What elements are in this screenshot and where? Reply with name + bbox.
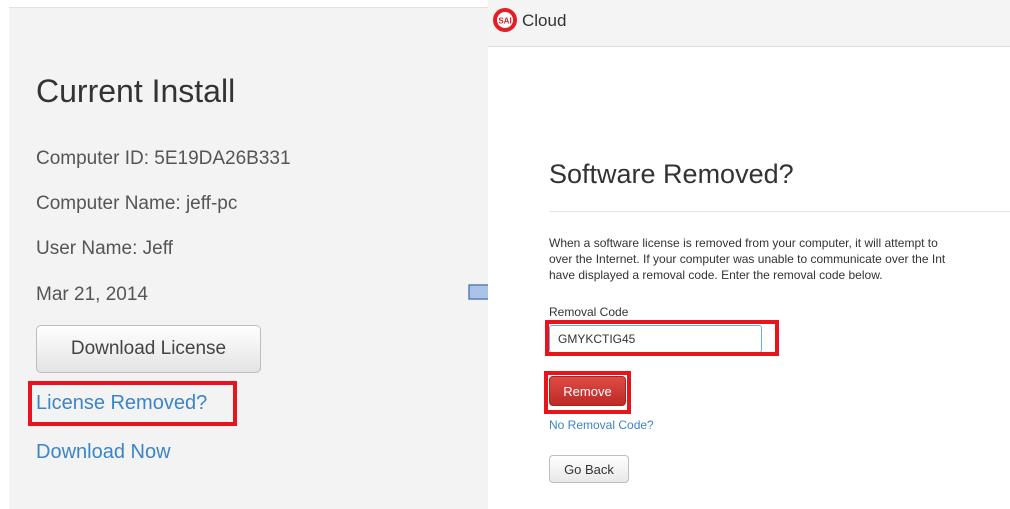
computer-name: Computer Name: jeff-pc xyxy=(36,193,238,214)
description-line: have displayed a removal code. Enter the… xyxy=(549,268,883,282)
no-removal-code-link[interactable]: No Removal Code? xyxy=(549,418,654,432)
remove-button-highlight xyxy=(544,371,631,414)
current-install-panel: Current Install Computer ID: 5E19DA26B33… xyxy=(9,7,488,509)
license-removed-highlight xyxy=(28,381,237,426)
description-line: When a software license is removed from … xyxy=(549,236,938,250)
install-date: Mar 21, 2014 xyxy=(36,284,148,305)
removal-code-highlight xyxy=(545,320,779,356)
software-removed-title: Software Removed? xyxy=(549,159,794,189)
divider xyxy=(549,211,1010,212)
download-license-button[interactable]: Download License xyxy=(36,325,261,373)
logo-text: SAI xyxy=(498,17,511,26)
sai-logo-icon[interactable]: SAI xyxy=(492,7,518,33)
description-line: over the Internet. If your computer was … xyxy=(549,252,946,266)
computer-id: Computer ID: 5E19DA26B331 xyxy=(36,148,291,169)
go-back-button[interactable]: Go Back xyxy=(549,455,629,483)
removal-code-label: Removal Code xyxy=(549,305,629,319)
download-now-link[interactable]: Download Now xyxy=(36,441,171,464)
top-navbar: SAI Cloud xyxy=(488,0,1010,47)
software-removed-panel: SAI Cloud Software Removed? When a softw… xyxy=(488,0,1010,508)
description: When a software license is removed from … xyxy=(549,235,1010,283)
current-install-title: Current Install xyxy=(36,73,236,109)
app-name[interactable]: Cloud xyxy=(522,11,566,31)
user-name: User Name: Jeff xyxy=(36,238,173,259)
